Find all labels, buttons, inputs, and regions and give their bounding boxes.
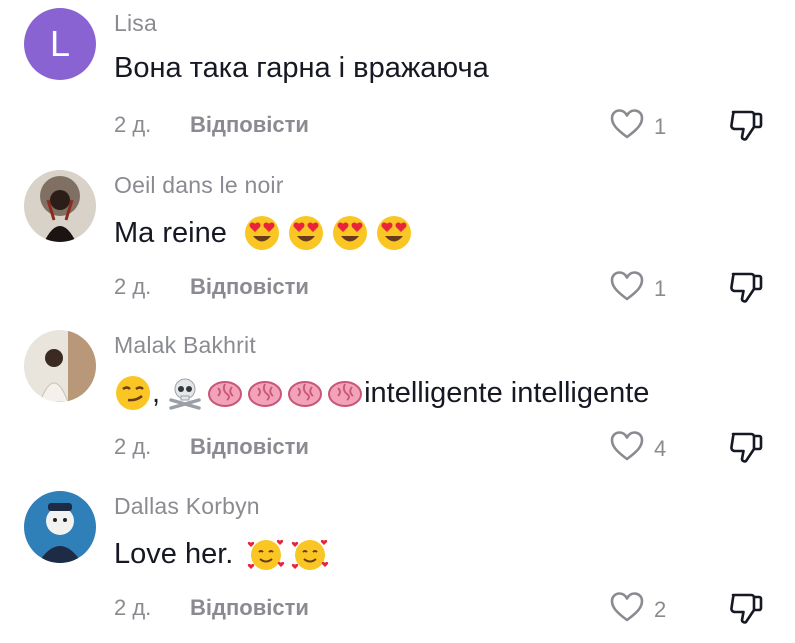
comment-item: L Lisa Вона така гарна і вражаюча 2 д. В… bbox=[0, 0, 795, 160]
comment-age: 2 д. bbox=[114, 595, 152, 620]
heart-outline-icon bbox=[610, 108, 644, 145]
comment-text: Ma reine bbox=[114, 214, 413, 252]
avatar-image bbox=[24, 330, 96, 402]
comment-item: Malak Bakhrit , intelligente intelligent… bbox=[0, 322, 795, 482]
like-count: 2 bbox=[654, 596, 667, 622]
skull-crossbones-emoji bbox=[166, 374, 204, 412]
comment-meta: 2 д. Відповісти bbox=[114, 434, 309, 460]
like-count: 1 bbox=[654, 275, 667, 301]
thumbs-down-icon bbox=[728, 110, 764, 146]
heart-outline-icon bbox=[610, 430, 644, 467]
avatar[interactable] bbox=[24, 491, 96, 563]
avatar-image bbox=[24, 491, 96, 563]
comment-meta: 2 д. Відповісти bbox=[114, 112, 309, 138]
dislike-button[interactable] bbox=[728, 270, 764, 309]
comment-text: Love her. bbox=[114, 535, 329, 573]
brain-emoji bbox=[286, 374, 324, 412]
comment-item: Oeil dans le noir Ma reine 2 д. Відповіс… bbox=[0, 162, 795, 322]
reply-button[interactable]: Відповісти bbox=[190, 595, 309, 621]
thumbs-down-icon bbox=[728, 272, 764, 308]
heart-eyes-emoji bbox=[243, 214, 281, 252]
comment-age: 2 д. bbox=[114, 434, 152, 459]
dislike-button[interactable] bbox=[728, 430, 764, 469]
comment-meta: 2 д. Відповісти bbox=[114, 274, 309, 300]
comment-text: Вона така гарна і вражаюча bbox=[114, 52, 489, 85]
like-button[interactable]: 4 bbox=[610, 430, 666, 467]
avatar[interactable]: L bbox=[24, 8, 96, 80]
avatar[interactable] bbox=[24, 330, 96, 402]
comment-age: 2 д. bbox=[114, 274, 152, 299]
smirk-emoji bbox=[114, 374, 152, 412]
comment-age: 2 д. bbox=[114, 112, 152, 137]
like-button[interactable]: 1 bbox=[610, 270, 666, 307]
brain-emoji bbox=[206, 374, 244, 412]
comment-username[interactable]: Lisa bbox=[114, 10, 157, 37]
dislike-button[interactable] bbox=[728, 108, 764, 147]
like-button[interactable]: 1 bbox=[610, 108, 666, 145]
thumbs-down-icon bbox=[728, 593, 764, 629]
comment-text: , intelligente intelligente bbox=[114, 374, 649, 412]
heart-eyes-emoji bbox=[375, 214, 413, 252]
avatar-letter: L bbox=[49, 23, 71, 64]
thumbs-down-icon bbox=[728, 432, 764, 468]
comment-username[interactable]: Malak Bakhrit bbox=[114, 332, 256, 359]
comment-text-body: intelligente intelligente bbox=[364, 376, 650, 409]
heart-outline-icon bbox=[610, 591, 644, 628]
comment-text-body: Love her. bbox=[114, 537, 234, 570]
comment-text-separator: , bbox=[152, 376, 161, 409]
avatar-image bbox=[24, 170, 96, 242]
reply-button[interactable]: Відповісти bbox=[190, 274, 309, 300]
comment-text-body: Вона така гарна і вражаюча bbox=[114, 52, 489, 84]
heart-eyes-emoji bbox=[331, 214, 369, 252]
comment-item: Dallas Korbyn Love her. 2 д. Відповісти … bbox=[0, 483, 795, 643]
like-count: 4 bbox=[654, 435, 667, 461]
smiling-hearts-emoji bbox=[247, 535, 285, 573]
avatar[interactable] bbox=[24, 170, 96, 242]
comment-meta: 2 д. Відповісти bbox=[114, 595, 309, 621]
like-button[interactable]: 2 bbox=[610, 591, 666, 628]
reply-button[interactable]: Відповісти bbox=[190, 434, 309, 460]
reply-button[interactable]: Відповісти bbox=[190, 112, 309, 138]
brain-emoji bbox=[326, 374, 364, 412]
comment-username[interactable]: Oeil dans le noir bbox=[114, 172, 284, 199]
comment-username[interactable]: Dallas Korbyn bbox=[114, 493, 260, 520]
heart-outline-icon bbox=[610, 270, 644, 307]
smiling-hearts-emoji bbox=[291, 535, 329, 573]
like-count: 1 bbox=[654, 113, 667, 139]
brain-emoji bbox=[246, 374, 284, 412]
heart-eyes-emoji bbox=[287, 214, 325, 252]
dislike-button[interactable] bbox=[728, 591, 764, 630]
comment-text-body: Ma reine bbox=[114, 216, 227, 249]
